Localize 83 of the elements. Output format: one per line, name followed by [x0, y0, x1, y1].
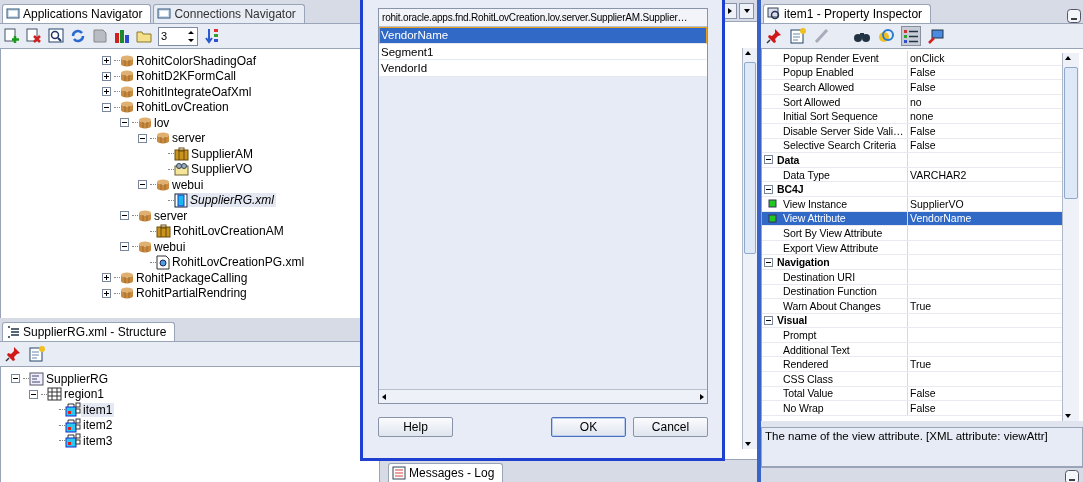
property-name: Data Type: [783, 168, 830, 181]
tree-item[interactable]: RohitLovCreationAM: [171, 224, 286, 239]
property-name: View Attribute: [783, 212, 846, 225]
category-header[interactable]: BC4J: [762, 182, 908, 196]
property-value: False: [910, 139, 936, 152]
structure-tab[interactable]: SupplierRG.xml - Structure: [2, 322, 176, 341]
property-row[interactable]: Search Allowed False: [762, 80, 1062, 95]
tree-item[interactable]: lov: [152, 115, 172, 130]
property-name: Search Allowed: [783, 81, 854, 93]
tree-item[interactable]: RohitPackageCalling: [134, 270, 250, 285]
property-value: VARCHAR2: [910, 168, 967, 181]
property-name: Additional Text: [783, 343, 850, 356]
tree-item[interactable]: webui: [152, 239, 188, 254]
property-name: Initial Sort Sequence: [783, 110, 878, 123]
property-value: True: [910, 358, 932, 371]
list-item[interactable]: VendorId: [379, 60, 707, 77]
property-name: Warn About Changes: [783, 299, 881, 312]
tree-item[interactable]: RohitLovCreation: [134, 100, 231, 115]
category-header[interactable]: Visual: [762, 313, 908, 328]
property-row[interactable]: Rendered True: [762, 357, 1062, 373]
inspector-tab[interactable]: item1 - Property Inspector: [763, 4, 932, 23]
list-item[interactable]: VendorName: [379, 27, 707, 44]
property-name: Prompt: [783, 329, 817, 342]
property-value: True: [910, 299, 932, 312]
property-value: no: [910, 95, 922, 108]
property-value: none: [910, 110, 934, 123]
property-name: Disable Server Side Vali…: [783, 124, 904, 137]
property-name: Selective Search Criteria: [783, 139, 897, 152]
list-header: rohit.oracle.apps.fnd.RohitLovCreation.lov.server.SupplierAM.Supplier…: [379, 9, 707, 27]
tree-item[interactable]: item3: [81, 433, 115, 448]
property-value: False: [910, 402, 936, 415]
level-field[interactable]: 3: [159, 30, 185, 42]
tree-item[interactable]: RohitIntegrateOafXml: [134, 84, 254, 99]
property-value: False: [910, 66, 936, 79]
property-row[interactable]: No Wrap False: [762, 401, 1062, 416]
property-name: Export View Attribute: [783, 241, 879, 254]
tree-item[interactable]: SupplierAM: [189, 146, 256, 161]
property-row[interactable]: Prompt: [762, 328, 1062, 343]
property-value: VendorName: [910, 212, 972, 225]
tree-item[interactable]: SupplierRG.xml: [188, 193, 277, 208]
tree-item[interactable]: webui: [170, 177, 206, 192]
property-name: Popup Enabled: [783, 66, 854, 79]
property-name: Rendered: [783, 358, 829, 371]
property-name: Sort By View Attribute: [783, 226, 883, 239]
property-row[interactable]: Sort By View Attribute: [762, 226, 1062, 241]
dialog-button[interactable]: Help: [378, 417, 453, 437]
tree-item[interactable]: RohitLovCreationPG.xml: [170, 255, 307, 270]
messages-log-tab[interactable]: Messages - Log: [388, 463, 504, 482]
category-header[interactable]: Navigation: [762, 255, 908, 269]
property-value: False: [910, 81, 936, 93]
property-value: SupplierVO: [910, 197, 964, 210]
property-row[interactable]: Popup Render Event onClick: [762, 51, 1062, 66]
property-name: View Instance: [783, 197, 847, 210]
property-name: Destination URI: [783, 270, 856, 283]
navigator-tab[interactable]: Applications Navigator: [2, 4, 152, 23]
property-description: The name of the view attribute. [XML attribute: viewAttr]: [761, 427, 1083, 467]
tree-item[interactable]: item2: [81, 418, 115, 433]
property-value: False: [910, 124, 936, 137]
property-row[interactable]: Initial Sort Sequence none: [762, 109, 1062, 124]
level-spinner[interactable]: 3: [158, 26, 198, 46]
tree-item[interactable]: SupplierVO: [189, 162, 255, 177]
tree-item[interactable]: server: [170, 131, 208, 146]
tree-item[interactable]: server: [152, 208, 190, 223]
tree-item[interactable]: region1: [62, 387, 107, 402]
category-header[interactable]: Data: [762, 153, 908, 167]
property-row[interactable]: Warn About Changes True: [762, 299, 1062, 314]
property-row[interactable]: CSS Class: [762, 372, 1062, 387]
tree-item[interactable]: RohitPartialRendring: [134, 286, 249, 301]
property-name: Sort Allowed: [783, 95, 841, 108]
tree-item[interactable]: item1: [81, 402, 115, 417]
dialog-button[interactable]: OK: [551, 417, 626, 437]
tree-item[interactable]: RohitColorShadingOaf: [134, 53, 259, 68]
property-value: False: [910, 387, 936, 400]
tree-item[interactable]: RohitD2KFormCall: [134, 69, 239, 84]
property-name: Popup Render Event: [783, 51, 879, 64]
property-name: No Wrap: [783, 402, 824, 415]
dialog-button[interactable]: Cancel: [633, 417, 708, 437]
property-name: CSS Class: [783, 372, 833, 385]
navigator-tab[interactable]: Connections Navigator: [153, 4, 305, 23]
property-name: Destination Function: [783, 285, 877, 298]
tree-item[interactable]: SupplierRG: [44, 371, 111, 386]
property-name: Total Value: [783, 387, 834, 400]
property-value: onClick: [910, 51, 945, 64]
